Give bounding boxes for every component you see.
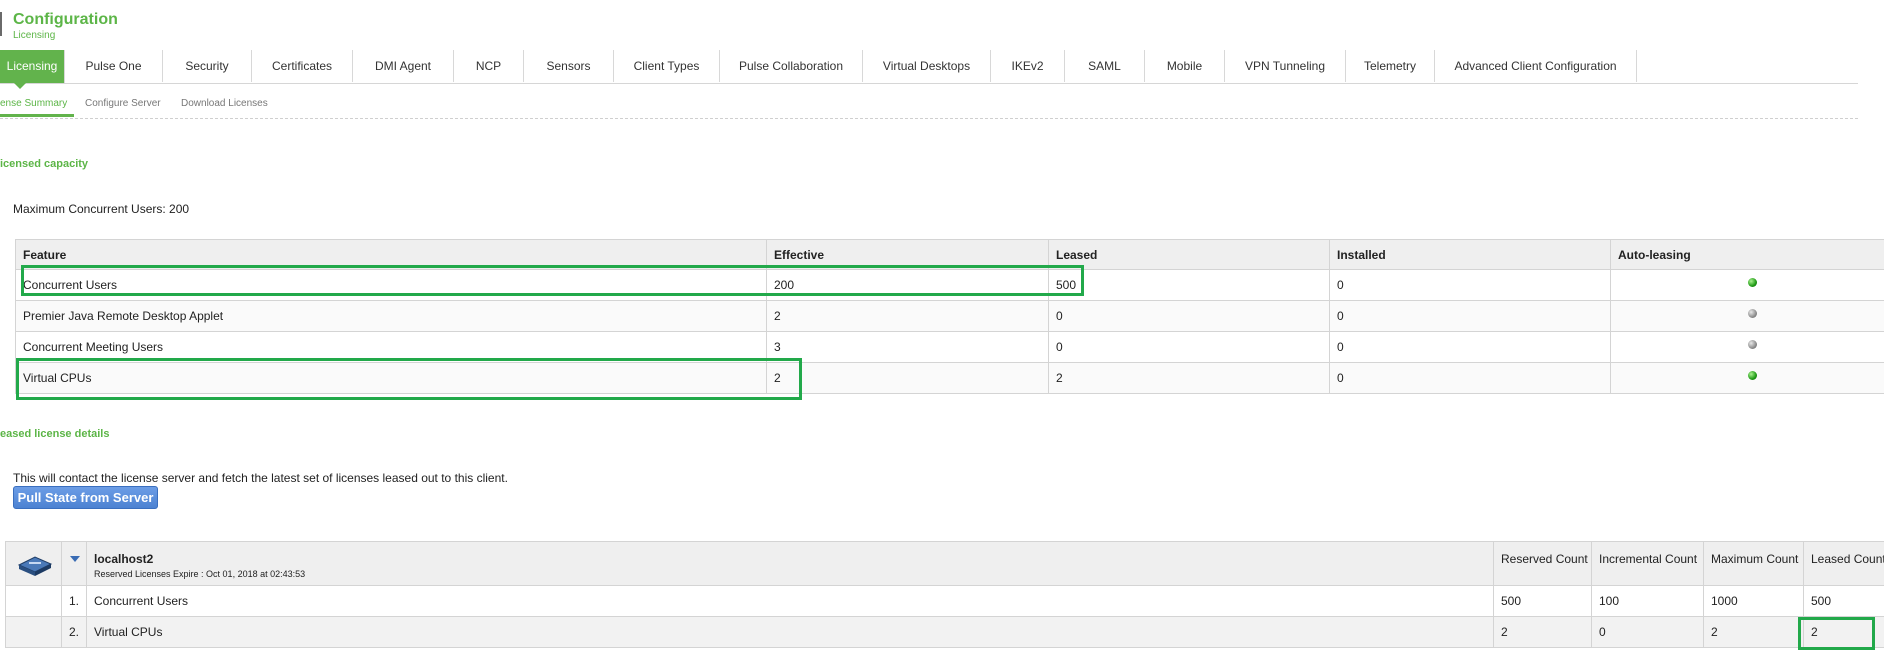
server-info-cell: localhost2 Reserved Licenses Expire : Oc… bbox=[86, 542, 1493, 585]
column-header-maximum-count: Maximum Count bbox=[1703, 542, 1803, 585]
incremental-count-cell: 100 bbox=[1591, 586, 1703, 616]
tab-licensing[interactable]: Licensing bbox=[0, 50, 65, 83]
page-subtitle: Licensing bbox=[13, 30, 56, 41]
installed-cell: 0 bbox=[1329, 363, 1610, 393]
row-index: 2. bbox=[61, 617, 86, 647]
tab-pulse-one[interactable]: Pulse One bbox=[65, 50, 163, 82]
feature-cell: Virtual CPUs bbox=[86, 617, 1493, 647]
status-grey-icon bbox=[1748, 340, 1757, 349]
status-green-icon bbox=[1748, 278, 1757, 287]
pull-state-button[interactable]: Pull State from Server bbox=[13, 486, 158, 509]
feature-cell: Premier Java Remote Desktop Applet bbox=[15, 301, 766, 331]
installed-cell: 0 bbox=[1329, 301, 1610, 331]
max-concurrent-users: Maximum Concurrent Users: 200 bbox=[13, 202, 190, 216]
table-row: Concurrent Meeting Users 3 0 0 bbox=[15, 332, 1884, 363]
column-header-installed: Installed bbox=[1329, 240, 1610, 269]
column-header-leased: Leased bbox=[1048, 240, 1329, 269]
subtab-license-summary[interactable]: ense Summary bbox=[0, 98, 67, 109]
status-grey-icon bbox=[1748, 309, 1757, 318]
table-header-row: Feature Effective Leased Installed Auto-… bbox=[15, 239, 1884, 270]
tab-advanced-client-configuration[interactable]: Advanced Client Configuration bbox=[1435, 50, 1637, 82]
empty-cell bbox=[5, 586, 61, 616]
tab-certificates[interactable]: Certificates bbox=[252, 50, 353, 82]
tab-ncp[interactable]: NCP bbox=[454, 50, 524, 82]
feature-cell: Virtual CPUs bbox=[15, 363, 766, 393]
feature-cell: Concurrent Users bbox=[15, 270, 766, 300]
leased-cell: 500 bbox=[1048, 270, 1329, 300]
empty-cell bbox=[5, 617, 61, 647]
column-header-auto-leasing: Auto-leasing bbox=[1610, 240, 1884, 269]
effective-cell: 2 bbox=[766, 301, 1048, 331]
auto-leasing-cell bbox=[1610, 332, 1884, 362]
row-index: 1. bbox=[61, 586, 86, 616]
page-title: Configuration bbox=[13, 11, 118, 28]
tab-security[interactable]: Security bbox=[163, 50, 252, 82]
reserved-count-cell: 500 bbox=[1493, 586, 1591, 616]
table-row: Premier Java Remote Desktop Applet 2 0 0 bbox=[15, 301, 1884, 332]
auto-leasing-cell bbox=[1610, 301, 1884, 331]
tab-virtual-desktops[interactable]: Virtual Desktops bbox=[863, 50, 991, 82]
table-row: 2. Virtual CPUs 2 0 2 2 bbox=[5, 617, 1884, 648]
active-subtab-underline bbox=[0, 114, 74, 117]
leased-cell: 0 bbox=[1048, 301, 1329, 331]
licensed-capacity-title: icensed capacity bbox=[0, 158, 89, 170]
subtab-bar: ense Summary Configure Server Download L… bbox=[0, 84, 1858, 119]
tab-client-types[interactable]: Client Types bbox=[614, 50, 720, 82]
chevron-down-icon[interactable] bbox=[70, 556, 80, 562]
server-icon-cell bbox=[5, 542, 61, 585]
column-header-feature: Feature bbox=[15, 240, 766, 269]
maximum-count-cell: 1000 bbox=[1703, 586, 1803, 616]
leased-count-cell: 500 bbox=[1803, 586, 1884, 616]
effective-cell: 2 bbox=[766, 363, 1048, 393]
tab-pulse-collaboration[interactable]: Pulse Collaboration bbox=[720, 50, 863, 82]
table-row: Concurrent Users 200 500 0 bbox=[15, 270, 1884, 301]
reserved-count-cell: 2 bbox=[1493, 617, 1591, 647]
feature-cell: Concurrent Users bbox=[86, 586, 1493, 616]
subtab-configure-server[interactable]: Configure Server bbox=[85, 98, 161, 109]
column-header-effective: Effective bbox=[766, 240, 1048, 269]
column-header-incremental-count: Incremental Count bbox=[1591, 542, 1703, 585]
tab-sensors[interactable]: Sensors bbox=[524, 50, 614, 82]
tab-vpn-tunneling[interactable]: VPN Tunneling bbox=[1225, 50, 1346, 82]
column-header-leased-count: Leased Count bbox=[1803, 542, 1884, 585]
leased-count-cell: 2 bbox=[1803, 617, 1884, 647]
expand-toggle-cell[interactable] bbox=[61, 542, 86, 585]
incremental-count-cell: 0 bbox=[1591, 617, 1703, 647]
effective-cell: 200 bbox=[766, 270, 1048, 300]
server-header-row: localhost2 Reserved Licenses Expire : Oc… bbox=[5, 541, 1884, 586]
header-accent-bar bbox=[0, 12, 2, 36]
tab-ikev2[interactable]: IKEv2 bbox=[991, 50, 1065, 82]
maximum-count-cell: 2 bbox=[1703, 617, 1803, 647]
tab-mobile[interactable]: Mobile bbox=[1145, 50, 1225, 82]
table-row: 1. Concurrent Users 500 100 1000 500 bbox=[5, 586, 1884, 617]
installed-cell: 0 bbox=[1329, 332, 1610, 362]
tab-saml[interactable]: SAML bbox=[1065, 50, 1145, 82]
server-name: localhost2 bbox=[94, 552, 154, 566]
tab-telemetry[interactable]: Telemetry bbox=[1346, 50, 1435, 82]
effective-cell: 3 bbox=[766, 332, 1048, 362]
leased-license-details-title: eased license details bbox=[0, 428, 110, 440]
leased-cell: 2 bbox=[1048, 363, 1329, 393]
auto-leasing-cell bbox=[1610, 270, 1884, 300]
status-green-icon bbox=[1748, 371, 1757, 380]
column-header-reserved-count: Reserved Count bbox=[1493, 542, 1591, 585]
table-row: Virtual CPUs 2 2 0 bbox=[15, 363, 1884, 394]
auto-leasing-cell bbox=[1610, 363, 1884, 393]
installed-cell: 0 bbox=[1329, 270, 1610, 300]
server-expiry: Reserved Licenses Expire : Oct 01, 2018 … bbox=[94, 569, 306, 579]
leased-cell: 0 bbox=[1048, 332, 1329, 362]
server-icon bbox=[17, 556, 53, 576]
feature-cell: Concurrent Meeting Users bbox=[15, 332, 766, 362]
subtab-download-licenses[interactable]: Download Licenses bbox=[181, 98, 268, 109]
main-tab-bar: Licensing Pulse One Security Certificate… bbox=[0, 50, 1858, 84]
tab-dmi-agent[interactable]: DMI Agent bbox=[353, 50, 454, 82]
pull-description: This will contact the license server and… bbox=[13, 471, 508, 485]
